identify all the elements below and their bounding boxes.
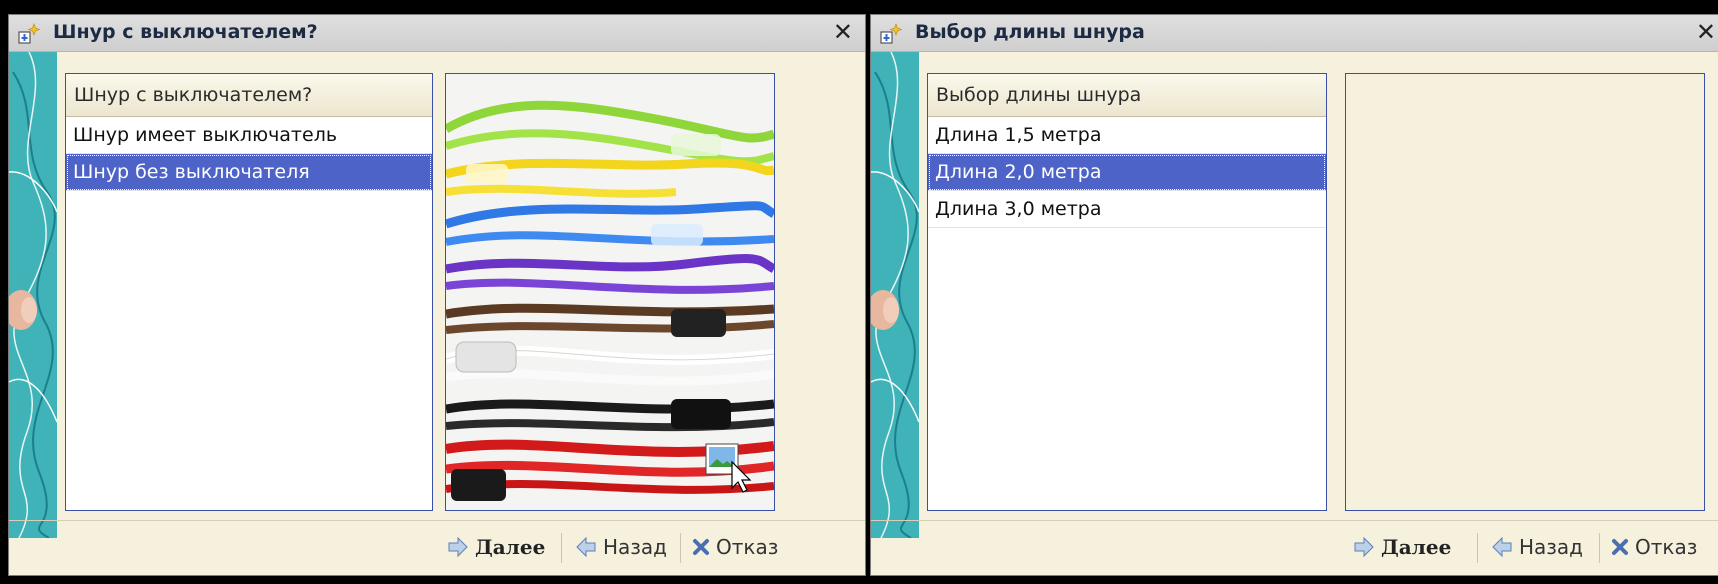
next-button[interactable]: Далее: [1353, 530, 1451, 564]
cancel-button-label: Отказ: [716, 535, 779, 559]
toolbar-separator: [561, 533, 562, 563]
next-button-label: Далее: [475, 535, 546, 559]
cords-photo: [446, 74, 774, 510]
options-list[interactable]: Выбор длины шнура Длина 1,5 метра Длина …: [927, 73, 1327, 511]
arrow-left-icon: [576, 537, 596, 557]
toolbar-separator: [1477, 533, 1478, 563]
next-button[interactable]: Далее: [447, 530, 545, 564]
cancel-x-icon: [1612, 539, 1628, 555]
wizard-icon: [880, 23, 903, 44]
list-item[interactable]: Длина 3,0 метра: [928, 191, 1326, 228]
back-button[interactable]: Назад: [575, 530, 667, 564]
list-item[interactable]: Длина 1,5 метра: [928, 117, 1326, 154]
product-image: [445, 73, 775, 511]
back-button-label: Назад: [603, 535, 668, 559]
back-button[interactable]: Назад: [1491, 530, 1583, 564]
toolbar-separator: [1599, 533, 1600, 563]
next-button-label: Далее: [1381, 535, 1452, 559]
arrow-right-icon: [448, 537, 468, 557]
arrow-right-icon: [1354, 537, 1374, 557]
list-header: Шнур с выключателем?: [66, 74, 432, 117]
dialog-cord-switch: Шнур с выключателем? ✕ Шнур с выключател…: [8, 14, 866, 576]
list-item-selected[interactable]: Длина 2,0 метра: [928, 154, 1326, 191]
toolbar-separator: [680, 533, 681, 563]
cancel-button-label: Отказ: [1635, 535, 1698, 559]
list-header: Выбор длины шнура: [928, 74, 1326, 117]
dialog-title: Шнур с выключателем?: [53, 21, 318, 43]
list-item[interactable]: Шнур имеет выключатель: [66, 117, 432, 154]
wizard-icon: [18, 23, 41, 44]
dialog-cord-length: Выбор длины шнура ✕ Выбор длины шнура Дл…: [870, 14, 1718, 576]
side-decoration: [871, 52, 919, 538]
cancel-button[interactable]: Отказ: [1611, 530, 1697, 564]
dialog-footer: Далее Назад Отказ: [9, 520, 865, 575]
list-item-selected[interactable]: Шнур без выключателя: [66, 154, 432, 191]
options-list[interactable]: Шнур с выключателем? Шнур имеет выключат…: [65, 73, 433, 511]
back-button-label: Назад: [1519, 535, 1584, 559]
close-icon[interactable]: ✕: [833, 19, 853, 45]
title-bar[interactable]: Шнур с выключателем? ✕: [9, 15, 865, 52]
dialog-footer: Далее Назад Отказ: [871, 520, 1718, 575]
cancel-button[interactable]: Отказ: [692, 530, 778, 564]
title-bar[interactable]: Выбор длины шнура ✕: [871, 15, 1718, 52]
side-decoration: [9, 52, 57, 538]
dialog-title: Выбор длины шнура: [915, 21, 1145, 43]
arrow-left-icon: [1492, 537, 1512, 557]
close-icon[interactable]: ✕: [1696, 19, 1716, 45]
cancel-x-icon: [693, 539, 709, 555]
product-image-empty: [1345, 73, 1705, 511]
